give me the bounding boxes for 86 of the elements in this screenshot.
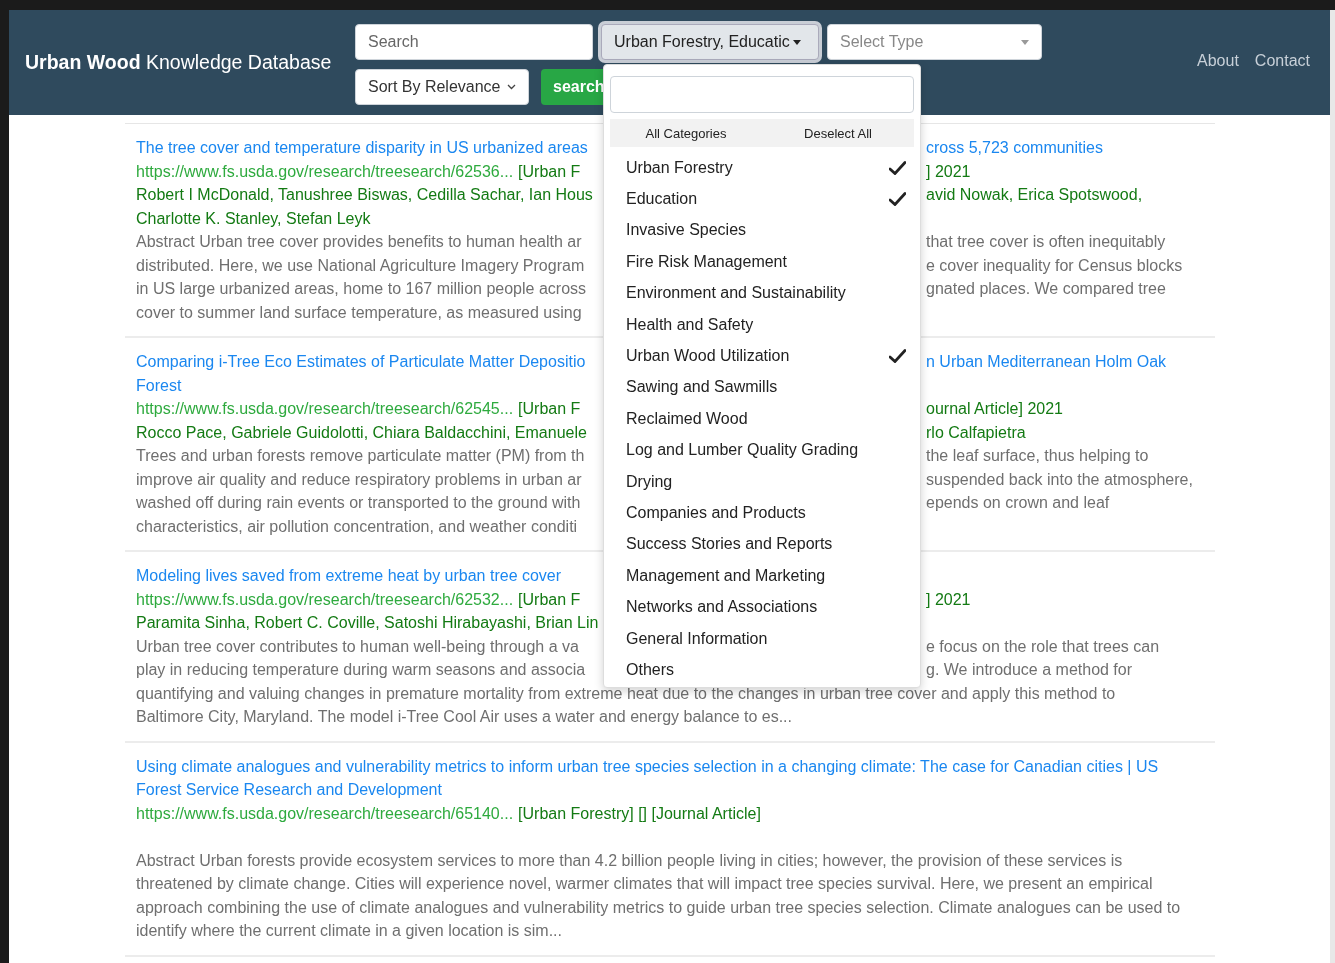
category-option[interactable]: Networks and Associations — [610, 591, 914, 623]
result-abstract: suspended back into the atmosphere, — [926, 470, 1193, 488]
result-abstract: gnated places. We compared tree — [926, 280, 1166, 297]
category-label: Success Stories and Reports — [626, 535, 833, 554]
category-label: Reclaimed Wood — [626, 409, 748, 428]
result-abstract: Baltimore City, Maryland. The model i-Tree Cool Air uses a water and energy balance to es... — [136, 707, 792, 727]
category-action-button[interactable]: All Categories — [610, 124, 762, 142]
result-abstract: g. We introduce a method for — [926, 661, 1133, 678]
result-title[interactable]: Modeling lives saved from extreme heat by urban tree cover — [136, 564, 562, 588]
result-abstract: washed off during rain events or transported to the ground with — [136, 494, 581, 511]
type-select[interactable]: Select Type — [827, 24, 1042, 60]
category-label: Fire Risk Management — [626, 252, 787, 271]
category-label: Invasive Species — [626, 221, 747, 240]
category-option[interactable]: Management and Marketing — [610, 560, 914, 592]
category-select[interactable]: Urban Forestry, Educatic — [601, 24, 819, 60]
category-label: Urban Wood Utilization — [626, 347, 790, 366]
category-option[interactable]: General Information — [610, 622, 914, 655]
result-authors: Charlotte K. Stanley, Stefan Leyk — [136, 208, 371, 229]
result-abstract: in US large urbanized areas, home to 167 million people across — [136, 280, 587, 297]
category-option[interactable]: Companies and Products — [610, 497, 914, 529]
result-abstract: epends on crown and leaf — [926, 494, 1110, 511]
category-option[interactable]: Environment and Sustainability — [610, 277, 914, 309]
category-label: Health and Safety — [626, 315, 754, 334]
result-tags: ournal Article] 2021 — [926, 400, 1063, 417]
category-option[interactable]: Reclaimed Wood — [610, 403, 914, 435]
result-title[interactable]: Using climate analogues and vulnerability metrics to inform urban tree species selection in a changing climate: The case for Canadian cities | US Forest Service Research and Development — [136, 754, 1186, 802]
result-abstract: Abstract Urban tree cover provides benefits to human health ar — [136, 233, 582, 250]
result-abstract: distributed. Here, we use National Agriculture Imagery Program — [136, 256, 585, 274]
category-label: Log and Lumber Quality Grading — [626, 441, 859, 460]
result-tags: [Urban Forestry] [] [Journal Article] — [518, 801, 761, 825]
result-tags: [Urban F — [518, 162, 581, 180]
result-tags: ] 2021 — [926, 162, 971, 180]
category-option[interactable]: Fire Risk Management — [610, 246, 914, 278]
category-option[interactable]: Others — [610, 654, 914, 686]
category-label: Urban Forestry — [626, 158, 733, 177]
result-title[interactable]: Forest — [136, 373, 182, 397]
result-abstract: cover to summer land surface temperature, as measured using — [136, 302, 582, 323]
category-label: General Information — [626, 629, 768, 648]
result-abstract: e focus on the role that trees can — [926, 637, 1160, 655]
category-search-field[interactable] — [610, 76, 914, 113]
result-abstract: e cover inequality for Census blocks — [926, 256, 1183, 274]
result-abstract: Trees and urban forests remove particulate matter (PM) from th — [136, 447, 585, 464]
result-title[interactable]: n Urban Mediterranean Holm Oak — [926, 353, 1167, 370]
result-tags: [Urban F — [518, 400, 581, 417]
sort-select[interactable]: Sort By Relevance — [355, 69, 529, 105]
result-tags: [Urban F — [518, 590, 581, 608]
category-label: Others — [626, 660, 674, 679]
category-option[interactable]: Education — [610, 183, 914, 215]
category-label: Companies and Products — [626, 504, 806, 522]
category-option[interactable]: Invasive Species — [610, 214, 914, 247]
category-option[interactable]: Sawing and Sawmills — [610, 371, 914, 404]
site-title[interactable]: Urban Wood Knowledge Database — [25, 51, 355, 74]
category-label: Environment and Sustainability — [626, 284, 846, 303]
result-abstract: the leaf surface, thus helping to — [926, 447, 1149, 464]
category-option[interactable]: Success Stories and Reports — [610, 528, 914, 561]
nav-link[interactable]: About — [1197, 52, 1239, 70]
category-label: Education — [626, 190, 698, 209]
result-abstract: improve air quality and reduce respiratory problems in urban ar — [136, 470, 582, 488]
category-action-button[interactable]: Deselect All — [762, 124, 914, 142]
result-title[interactable]: cross 5,723 communities — [926, 139, 1103, 156]
result-authors: Robert I McDonald, Tanushree Biswas, Cedilla Sachar, Ian Hous — [136, 186, 593, 203]
result-title[interactable]: The tree cover and temperature disparity in US urbanized areas — [136, 139, 588, 156]
result-abstract: Abstract Urban forests provide ecosystem services to more than 4.2 billion people living in cities; however, the provision of these services is threatened by climate change. Cities will experience novel, warmer climates that will impact tree species survival. Here, we present an empirical approach combining the use of climate analogues and vulnerability metrics to guide urban tree species selection. Climate analogues can be used to identify where the current climate in a given location is sim... — [136, 850, 1182, 941]
result-tags: ] 2021 — [926, 590, 971, 608]
result-abstract: Urban tree cover contributes to human well-being through a va — [136, 637, 579, 655]
category-label: Sawing and Sawmills — [626, 378, 778, 397]
result-abstract: characteristics, air pollution concentration, and weather conditi — [136, 516, 578, 537]
result-authors: Rocco Pace, Gabriele Guidolotti, Chiara Baldacchini, Emanuele — [136, 423, 587, 441]
chevron-down-icon — [507, 84, 516, 90]
result-abstract: play in reducing temperature during warm seasons and associa — [136, 661, 586, 678]
category-option[interactable]: Urban Wood Utilization — [610, 340, 914, 372]
category-option[interactable]: Urban Forestry — [610, 152, 914, 184]
result-authors: Paramita Sinha, Robert C. Coville, Satoshi Hirabayashi, Brian Lin — [136, 613, 599, 633]
search-field[interactable]: Search — [355, 24, 593, 60]
result-abstract: that tree cover is often inequitably — [926, 233, 1166, 250]
category-label: Networks and Associations — [626, 598, 818, 617]
nav-link[interactable]: Contact — [1254, 52, 1310, 70]
category-label: Management and Marketing — [626, 566, 826, 585]
result-title[interactable]: Comparing i-Tree Eco Estimates of Particulate Matter Depositio — [136, 353, 586, 370]
result-authors: rlo Calfapietra — [926, 423, 1026, 441]
category-option[interactable]: Health and Safety — [610, 308, 914, 341]
category-label: Drying — [626, 472, 673, 491]
result-authors: avid Nowak, Erica Spotswood, — [926, 186, 1143, 203]
category-option[interactable]: Drying — [610, 465, 914, 498]
result-abstract: quantifying and valuing changes in premature mortality from extreme heat due to the changes in urban tree cover and apply this method to — [136, 683, 1116, 704]
category-option[interactable]: Log and Lumber Quality Grading — [610, 434, 914, 466]
